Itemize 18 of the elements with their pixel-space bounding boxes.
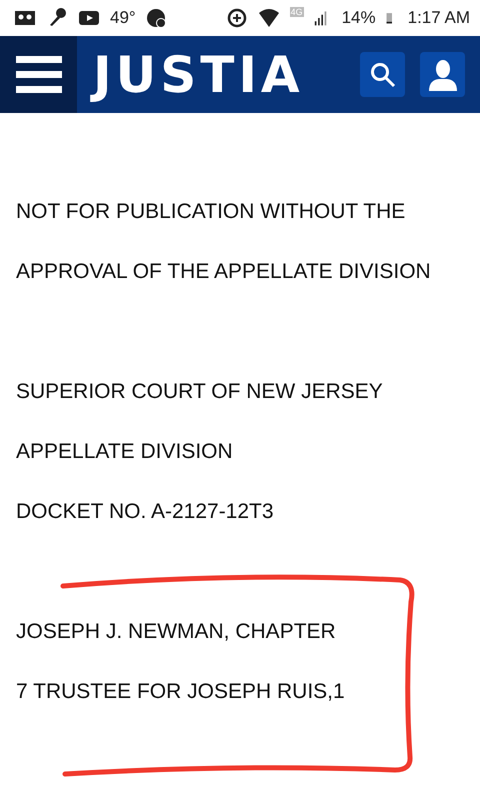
document-text-line: JOSEPH J. NEWMAN, CHAPTER (16, 619, 337, 645)
user-icon (426, 58, 458, 92)
menu-button[interactable] (0, 36, 77, 113)
search-icon (368, 60, 396, 88)
document-text-line: APPROVAL OF THE APPELLATE DIVISION (16, 259, 432, 285)
wifi-icon (258, 7, 280, 29)
document-text-line: 7 TRUSTEE FOR JOSEPH RUIS,1 (16, 679, 346, 705)
document-text-line: DOCKET NO. A-2127-12T3 (16, 499, 275, 525)
document-text-line: APPELLATE DIVISION (16, 439, 234, 465)
battery-percent: 14% (342, 8, 376, 28)
document-text-line: SUPERIOR COURT OF NEW JERSEY (16, 379, 384, 405)
clock-time: 1:17 AM (408, 8, 470, 28)
search-button[interactable] (360, 52, 405, 97)
document-text-line: NOT FOR PUBLICATION WITHOUT THE (16, 199, 406, 225)
account-button[interactable] (420, 52, 465, 97)
menu-icon (16, 56, 62, 94)
temperature-text: 49° (110, 8, 136, 28)
network-type-label: 4G (290, 7, 304, 17)
